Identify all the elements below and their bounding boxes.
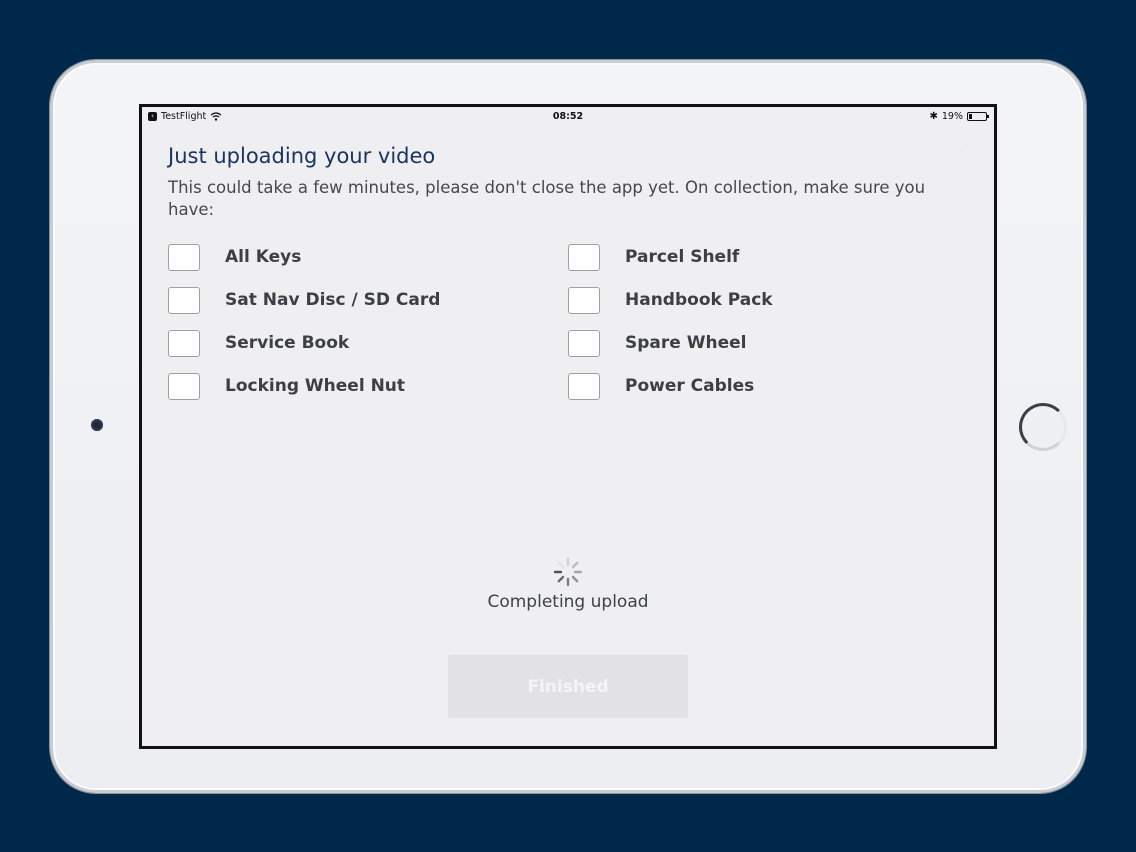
checkbox[interactable] — [568, 372, 600, 400]
instructions-text: This could take a few minutes, please do… — [168, 178, 926, 219]
page-title: Just uploading your video — [168, 144, 436, 168]
checkbox[interactable] — [568, 329, 600, 357]
checklist-label: Handbook Pack — [625, 290, 773, 310]
checklist-item-all-keys[interactable]: All Keys — [168, 243, 301, 271]
front-camera — [91, 419, 103, 431]
checklist-label: Sat Nav Disc / SD Card — [225, 290, 441, 310]
checkbox[interactable] — [568, 286, 600, 314]
checkbox[interactable] — [168, 372, 200, 400]
checkbox[interactable] — [168, 329, 200, 357]
checklist-item-handbook-pack[interactable]: Handbook Pack — [568, 286, 773, 314]
bluetooth-icon: ✱ — [929, 111, 938, 122]
checkbox[interactable] — [168, 243, 200, 271]
checklist-label: Locking Wheel Nut — [225, 376, 406, 396]
checklist-label: Service Book — [225, 333, 350, 353]
status-time: 08:52 — [552, 111, 584, 122]
finished-button[interactable]: Finished — [448, 655, 688, 718]
app-screen: ‹ TestFlight 08:52 ✱ 19% · Just uploadin… — [142, 107, 994, 746]
checklist-item-power-cables[interactable]: Power Cables — [568, 372, 754, 400]
upload-status-text: Completing upload — [487, 592, 649, 612]
status-bar: ‹ TestFlight 08:52 ✱ 19% — [142, 107, 994, 125]
checklist-item-locking-wheel-nut[interactable]: Locking Wheel Nut — [168, 372, 405, 400]
checklist-item-service-book[interactable]: Service Book — [168, 329, 349, 357]
checkbox[interactable] — [168, 286, 200, 314]
checklist-label: All Keys — [225, 247, 302, 267]
checklist-item-sat-nav[interactable]: Sat Nav Disc / SD Card — [168, 286, 440, 314]
checklist-label: Spare Wheel — [625, 333, 747, 353]
checkbox[interactable] — [568, 243, 600, 271]
home-button[interactable] — [1019, 403, 1067, 451]
battery-icon — [967, 112, 989, 121]
checklist-label: Parcel Shelf — [625, 247, 740, 267]
status-right: ✱ 19% — [929, 111, 989, 122]
battery-percent: 19% — [941, 111, 963, 122]
loading-spinner-icon — [553, 557, 583, 587]
battery-fill — [969, 114, 972, 119]
checklist-item-spare-wheel[interactable]: Spare Wheel — [568, 329, 746, 357]
corner-mark: · — [966, 144, 968, 151]
checklist-item-parcel-shelf[interactable]: Parcel Shelf — [568, 243, 739, 271]
checklist-label: Power Cables — [625, 376, 755, 396]
device-screen: ‹ TestFlight 08:52 ✱ 19% · Just uploadin… — [139, 104, 997, 749]
